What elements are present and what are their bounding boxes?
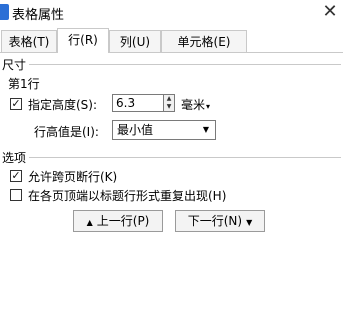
- tab-label: 列(U): [119, 35, 151, 49]
- specify-height-label: 指定高度(S):: [28, 98, 98, 112]
- previous-row-label: 上一行(P): [96, 214, 150, 228]
- next-row-button[interactable]: 下一行(N) ▼: [175, 210, 265, 232]
- row-number-label: 第1行: [8, 77, 40, 91]
- size-group-label: 尺寸: [2, 56, 30, 73]
- window-title: 表格属性: [12, 8, 65, 23]
- chevron-down-icon: ▼: [202, 125, 209, 134]
- arrow-up-icon: ▲: [86, 218, 93, 227]
- options-group-label: 选项: [2, 149, 30, 166]
- tab-label: 单元格(E): [177, 35, 231, 49]
- row-height-is-label: 行高值是(I):: [34, 125, 99, 139]
- spin-up-icon[interactable]: ▲: [164, 95, 174, 103]
- unit-label: 毫米: [181, 98, 206, 112]
- allow-break-checkbox[interactable]: [10, 170, 22, 182]
- next-row-label: 下一行(N): [187, 214, 243, 228]
- tab-column[interactable]: 列(U): [109, 30, 161, 52]
- specify-height-checkbox[interactable]: [10, 98, 22, 110]
- arrow-down-icon: ▼: [246, 218, 253, 227]
- tab-row[interactable]: 行(R): [57, 28, 109, 53]
- row-height-rule-select[interactable]: 最小值 ▼: [112, 120, 216, 140]
- close-icon: ✕: [322, 1, 338, 22]
- tab-cell[interactable]: 单元格(E): [161, 30, 247, 52]
- spin-down-icon[interactable]: ▼: [164, 103, 174, 111]
- row-height-spinner[interactable]: ▲ ▼: [163, 94, 175, 112]
- previous-row-button[interactable]: ▲ 上一行(P): [73, 210, 163, 232]
- tab-label: 表格(T): [8, 35, 50, 49]
- tab-table[interactable]: 表格(T): [1, 30, 57, 52]
- size-group-rule: [2, 64, 341, 65]
- options-group-rule: [2, 157, 341, 158]
- tab-label: 行(R): [68, 33, 98, 47]
- repeat-header-checkbox[interactable]: [10, 189, 22, 201]
- unit-select[interactable]: 毫米▾: [181, 96, 210, 113]
- unit-dropdown-icon: ▾: [206, 102, 211, 111]
- repeat-header-label: 在各页顶端以标题行形式重复出现(H): [28, 189, 227, 203]
- allow-break-label: 允许跨页断行(K): [28, 170, 118, 184]
- close-button[interactable]: ✕: [318, 1, 342, 23]
- app-icon: [0, 4, 9, 20]
- tab-divider: [0, 52, 343, 53]
- row-height-input[interactable]: 6.3: [112, 94, 164, 112]
- row-height-rule-value: 最小值: [117, 123, 154, 137]
